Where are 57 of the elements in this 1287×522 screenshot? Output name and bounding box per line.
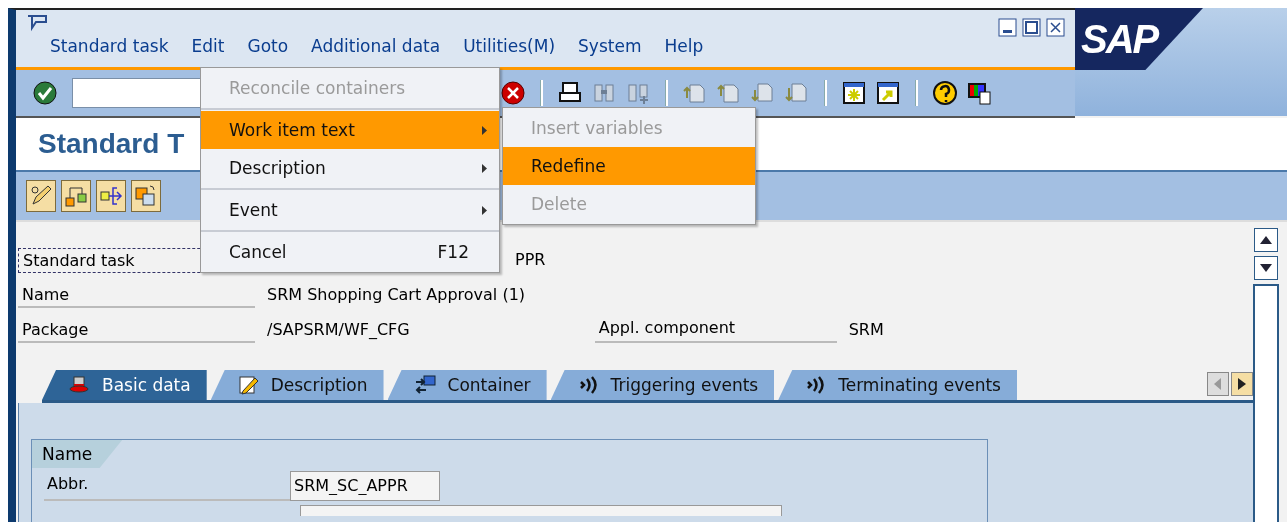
- logo-text: SAP: [1081, 16, 1158, 62]
- shortcut-window-icon[interactable]: [875, 80, 901, 106]
- tab[interactable]: Triggering events: [550, 370, 775, 400]
- cancel-icon[interactable]: [500, 80, 526, 106]
- up-arrow-icon: [1260, 236, 1272, 244]
- menu-option[interactable]: Redefine: [503, 147, 755, 185]
- menu-option[interactable]: Work item text: [201, 111, 499, 149]
- scroll-right-button[interactable]: [1231, 372, 1253, 396]
- field-label: Package: [18, 318, 255, 343]
- input-field[interactable]: [300, 505, 782, 516]
- new-window-icon[interactable]: [841, 80, 867, 106]
- menu-item[interactable]: System: [578, 36, 642, 56]
- hierarchy-icon: [64, 184, 88, 208]
- edit-button[interactable]: [26, 180, 56, 212]
- container-icon: [413, 374, 438, 396]
- menu-item[interactable]: Goto: [247, 36, 289, 56]
- menu-item[interactable]: Additional data: [311, 36, 441, 56]
- menu-item[interactable]: Standard task: [50, 36, 169, 56]
- field-value: PPR: [514, 249, 546, 271]
- window-menu-icon[interactable]: [26, 14, 48, 32]
- screen-title: Standard T: [38, 128, 185, 160]
- field-value: SRM: [847, 319, 884, 341]
- left-arrow-icon: [1214, 378, 1222, 390]
- tab[interactable]: Container: [387, 370, 547, 400]
- tab[interactable]: Basic data: [42, 370, 207, 400]
- menu-option[interactable]: Event: [201, 191, 499, 229]
- menu-item[interactable]: Edit: [191, 36, 225, 56]
- pencil-icon: [236, 374, 261, 396]
- layout-settings-icon[interactable]: [966, 80, 992, 106]
- field-label: Appl. component: [594, 316, 837, 343]
- close-icon[interactable]: [1046, 18, 1065, 37]
- branch-arrows-icon: [99, 184, 123, 208]
- right-arrow-icon: [1238, 378, 1246, 390]
- menu-option[interactable]: Description: [201, 149, 499, 187]
- pencil-icon: [29, 184, 53, 208]
- branch-button[interactable]: [96, 180, 126, 212]
- tab[interactable]: Description: [210, 370, 384, 400]
- scroll-down-button[interactable]: [1254, 256, 1278, 280]
- menu-option[interactable]: Cancel F12: [201, 233, 499, 271]
- help-icon[interactable]: [932, 80, 958, 106]
- tab[interactable]: Terminating events: [778, 370, 1017, 400]
- scroll-up-button[interactable]: [1254, 228, 1278, 252]
- menu-item[interactable]: Utilities(M): [463, 36, 556, 56]
- minimize-icon[interactable]: [998, 18, 1017, 37]
- field-value: SRM Shopping Cart Approval (1): [266, 284, 526, 306]
- checkmark-icon[interactable]: [32, 80, 58, 106]
- field-label: Name: [18, 283, 255, 308]
- input-field[interactable]: SRM_SC_APPR: [290, 470, 440, 501]
- field-value: /SAPSRM/WF_CFG: [266, 319, 410, 341]
- copy-icon: [134, 184, 158, 208]
- menu-item[interactable]: Help: [664, 36, 704, 56]
- hierarchy-button[interactable]: [61, 180, 91, 212]
- group-title: Name: [32, 440, 123, 468]
- maximize-icon[interactable]: [1022, 18, 1041, 37]
- down-arrow-icon: [1260, 264, 1272, 272]
- shortcut-text: F12: [437, 242, 469, 262]
- copy-button[interactable]: [131, 180, 161, 212]
